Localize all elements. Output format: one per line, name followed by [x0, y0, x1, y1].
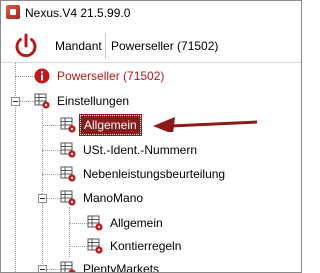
- tree-guide-line: [42, 174, 60, 175]
- settings-tree: Powerseller (71502) Einstellungen Allgem…: [1, 63, 301, 273]
- tree-item-label: Nebenleistungsbeurteilung: [83, 167, 226, 181]
- tree-item-label: ManoMano: [83, 191, 144, 205]
- tree-item-ust-ident[interactable]: USt.-Ident.-Nummern: [60, 140, 200, 160]
- tree-guide-line: [15, 63, 16, 272]
- tree-guide-line: [69, 207, 70, 257]
- tree-item-root[interactable]: Powerseller (71502): [34, 66, 167, 86]
- info-icon: [34, 68, 50, 84]
- tree-item-label: Allgemein: [110, 216, 163, 230]
- tree-item-allgemein[interactable]: Allgemein: [60, 114, 142, 136]
- tree-item-manomano-kontierregeln[interactable]: Kontierregeln: [87, 236, 184, 256]
- tree-guide-line: [69, 223, 87, 224]
- toolbar-divider: [105, 33, 106, 59]
- collapse-toggle-einstellungen[interactable]: [11, 97, 20, 106]
- settings-table-icon: [60, 190, 76, 206]
- tree-guide-line: [69, 246, 87, 247]
- power-icon[interactable]: [11, 31, 41, 61]
- settings-table-icon: [60, 261, 76, 272]
- tree-item-label: Allgemein: [79, 114, 142, 136]
- window-title: Nexus.V4 21.5.99.0: [25, 6, 131, 20]
- mandant-label: Mandant: [55, 39, 102, 53]
- tree-item-label: PlentyMarkets: [83, 262, 160, 273]
- title-bar: Nexus.V4 21.5.99.0: [1, 1, 301, 25]
- settings-table-icon: [60, 142, 76, 158]
- tree-item-nebenleistungsbeurteilung[interactable]: Nebenleistungsbeurteilung: [60, 164, 228, 184]
- settings-table-icon: [87, 215, 103, 231]
- tree-item-label: Einstellungen: [57, 94, 130, 108]
- settings-table-icon: [34, 93, 50, 109]
- tree-guide-line: [47, 198, 60, 199]
- settings-table-icon: [87, 238, 103, 254]
- tree-item-manomano[interactable]: ManoMano: [60, 188, 146, 208]
- settings-table-icon: [60, 166, 76, 182]
- collapse-toggle-plentymarkets[interactable]: [38, 265, 47, 272]
- tree-item-label: USt.-Ident.-Nummern: [83, 143, 198, 157]
- app-window: Nexus.V4 21.5.99.0 Mandant Powerseller (…: [0, 0, 302, 273]
- collapse-toggle-manomano[interactable]: [38, 194, 47, 203]
- mandant-value[interactable]: Powerseller (71502): [111, 39, 218, 53]
- tree-item-manomano-allgemein[interactable]: Allgemein: [87, 213, 166, 233]
- toolbar: Mandant Powerseller (71502): [1, 27, 301, 63]
- tree-item-plentymarkets[interactable]: PlentyMarkets: [60, 259, 162, 273]
- tree-guide-line: [42, 150, 60, 151]
- tree-item-label: Powerseller (71502): [57, 69, 165, 83]
- tree-guide-line: [42, 109, 43, 272]
- settings-table-icon: [60, 117, 76, 133]
- tree-item-label: Kontierregeln: [110, 239, 182, 253]
- annotation-arrow-icon: [153, 117, 258, 132]
- tree-item-einstellungen[interactable]: Einstellungen: [34, 91, 132, 111]
- tree-guide-line: [42, 125, 60, 126]
- tree-guide-line: [47, 269, 60, 270]
- app-logo-icon: [6, 5, 20, 19]
- tree-guide-line: [20, 101, 35, 102]
- tree-guide-line: [15, 76, 35, 77]
